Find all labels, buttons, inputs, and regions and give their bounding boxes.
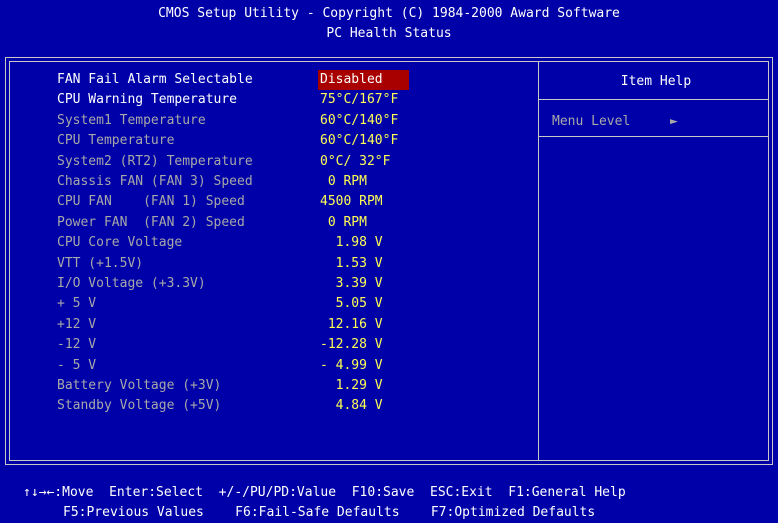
setting-value: 60°C/140°F (320, 112, 399, 128)
help-separator-2 (539, 136, 769, 137)
setting-value: 0°C/ 32°F (320, 153, 391, 169)
setting-value-field[interactable]: Disabled (318, 70, 409, 90)
page-title: PC Health Status (326, 26, 452, 41)
setting-value: 0 RPM (320, 174, 367, 189)
setting-label: VTT (+1.5V) (57, 255, 144, 271)
setting-label: Chassis FAN (FAN 3) Speed (57, 174, 253, 189)
footer-keys-line1: ↑↓→←:Move Enter:Select +/-/PU/PD:Value F… (23, 485, 626, 500)
help-separator (539, 99, 769, 100)
setting-label: System2 (RT2) Temperature (57, 153, 253, 169)
setting-value: 60°C/140°F (320, 133, 399, 149)
setting-label: +12 V (57, 316, 97, 332)
item-help-title: Item Help (620, 74, 692, 89)
setting-label: System1 Temperature (57, 112, 206, 128)
setting-value: 5.05 V (320, 296, 383, 312)
setting-value: 1.53 V (320, 255, 383, 271)
bios-header: CMOS Setup Utility - Copyright (C) 1984-… (0, 4, 778, 44)
setting-label: FAN Fail Alarm Selectable (57, 72, 253, 87)
setting-label: Standby Voltage (+5V) (57, 398, 222, 414)
setting-label: - 5 V (57, 357, 97, 373)
header-title: CMOS Setup Utility - Copyright (C) 1984-… (158, 6, 620, 21)
setting-value: 1.29 V (320, 378, 383, 393)
setting-value: 4.84 V (320, 398, 383, 414)
setting-value: 0 RPM (320, 214, 367, 230)
menu-level-label: Menu Level (552, 114, 631, 129)
setting-value: 1.98 V (320, 235, 383, 251)
menu-level-arrow-icon: ► (670, 114, 678, 129)
setting-label: CPU Temperature (57, 133, 175, 149)
setting-value: -12.28 V (320, 337, 383, 353)
setting-label: CPU FAN (FAN 1) Speed (57, 194, 245, 210)
setting-value: - 4.99 V (320, 357, 383, 373)
setting-label: Battery Voltage (+3V) (57, 378, 222, 393)
footer-keys-line2: F5:Previous Values F6:Fail-Safe Defaults… (63, 505, 596, 520)
setting-label: CPU Warning Temperature (57, 92, 238, 108)
setting-value: 4500 RPM (320, 194, 383, 210)
setting-label: + 5 V (57, 296, 97, 312)
setting-value: 12.16 V (320, 316, 383, 332)
setting-label: -12 V (57, 337, 97, 353)
setting-label: Power FAN (FAN 2) Speed (57, 214, 245, 230)
setting-value: 3.39 V (320, 276, 383, 291)
setting-label: CPU Core Voltage (57, 235, 183, 251)
setting-value-field[interactable]: 75°C/167°F (320, 90, 398, 110)
setting-label: I/O Voltage (+3.3V) (57, 276, 206, 291)
help-divider (538, 61, 539, 461)
